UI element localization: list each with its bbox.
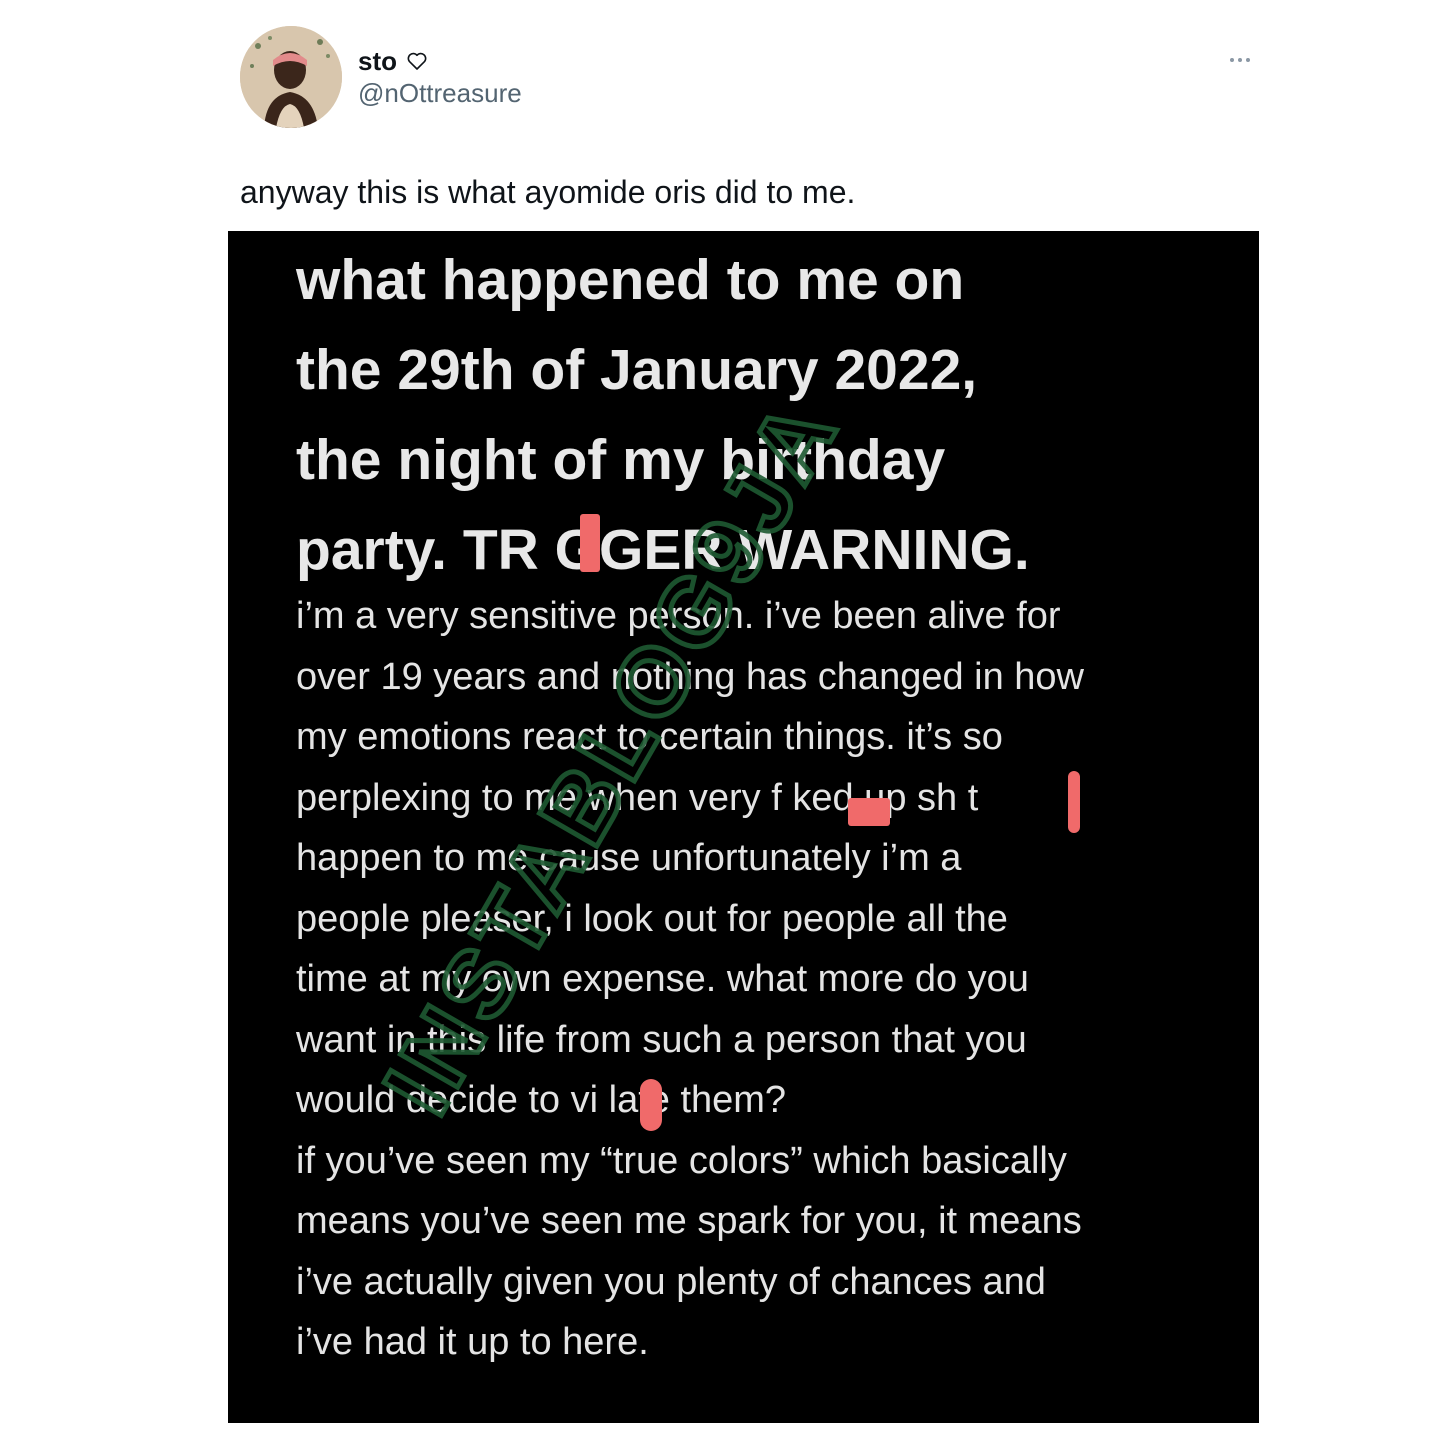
body-line: people pleaser, i look out for people al… bbox=[296, 897, 1008, 940]
body-line: if you’ve seen my “true colors” which ba… bbox=[296, 1139, 1067, 1182]
tweet-image[interactable]: what happened to me on the 29th of Janua… bbox=[228, 231, 1259, 1423]
more-dots-icon[interactable] bbox=[1224, 48, 1256, 72]
profile-photo bbox=[240, 26, 342, 128]
body-line: i’ve had it up to here. bbox=[296, 1321, 649, 1363]
author-name-row: sto bbox=[358, 44, 429, 78]
body-line: means you’ve seen me spark for you, it m… bbox=[296, 1200, 1082, 1242]
body-line: time at my own expense. what more do you bbox=[296, 958, 1029, 1000]
headline-line: what happened to me on bbox=[296, 248, 965, 312]
avatar[interactable] bbox=[240, 26, 342, 128]
body-line: over 19 years and nothing has changed in… bbox=[296, 655, 1084, 698]
redaction-mark bbox=[1068, 771, 1080, 833]
body-line: perplexing to me when very f ked up sh t bbox=[296, 776, 979, 819]
body-line: would decide to vi late them? bbox=[296, 1079, 787, 1121]
body-line: my emotions react to certain things. it’… bbox=[296, 716, 1003, 758]
handle[interactable]: @nOttreasure bbox=[358, 78, 522, 109]
body-line: happen to me cause unfortunately i’m a bbox=[296, 837, 962, 879]
headline-line: the 29th of January 2022, bbox=[296, 338, 978, 402]
image-body-text: i’m a very sensitive person. i’ve been a… bbox=[296, 586, 1246, 1373]
image-headline: what happened to me on the 29th of Janua… bbox=[296, 235, 1226, 595]
heart-outline-icon bbox=[405, 49, 429, 73]
body-line: want in this life from such a person tha… bbox=[296, 1018, 1027, 1061]
headline-line: the night of my birthday bbox=[296, 428, 946, 492]
redaction-mark bbox=[640, 1079, 662, 1131]
headline-line: party. TR GGER WARNING. bbox=[296, 518, 1030, 582]
redaction-mark bbox=[580, 514, 600, 572]
body-line: i’m a very sensitive person. i’ve been a… bbox=[296, 595, 1061, 637]
display-name[interactable]: sto bbox=[358, 46, 397, 77]
tweet-text: anyway this is what ayomide oris did to … bbox=[240, 174, 856, 210]
redaction-mark bbox=[848, 798, 890, 826]
body-line: i’ve actually given you plenty of chance… bbox=[296, 1260, 1046, 1303]
